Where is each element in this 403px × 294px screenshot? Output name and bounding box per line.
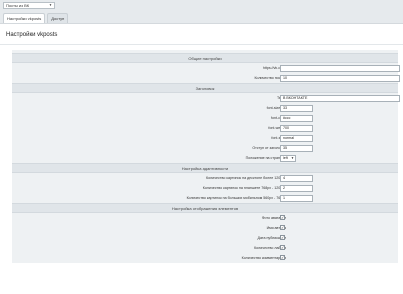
display-item-row: Количество лайков ✓ bbox=[12, 243, 398, 253]
heading-text-row: Текст В ВКОНТАКТЕ bbox=[12, 93, 400, 103]
position-row: Положение на странице left ▼ bbox=[12, 153, 398, 163]
site-select[interactable]: Посты из ВК ▼ bbox=[3, 2, 55, 9]
font-weight-input[interactable]: 700 bbox=[280, 125, 313, 132]
display-item-row: Дата публикации ✓ bbox=[12, 233, 398, 243]
posts-count-input[interactable]: 10 bbox=[280, 75, 400, 82]
tab-access[interactable]: Доступ bbox=[47, 13, 69, 23]
section-adaptive-header: Настройка адаптивности bbox=[12, 163, 398, 173]
display-item-row: Имя автора ✓ bbox=[12, 223, 398, 233]
desktop-count-input[interactable]: 4 bbox=[280, 175, 313, 182]
mobile-count-input[interactable]: 1 bbox=[280, 195, 313, 202]
likes-count-checkbox[interactable]: ✓ bbox=[280, 245, 285, 250]
font-color-row: font-color #ccc bbox=[12, 113, 398, 123]
heading-offset-input[interactable]: 35 bbox=[280, 145, 313, 152]
font-style-row: font-style normal bbox=[12, 133, 398, 143]
tablet-count-label: Количество картинок на планшете 768px - … bbox=[202, 186, 286, 190]
mobile-row: Количество картинок на больших мобильном… bbox=[12, 193, 398, 203]
tab-bar: Настройки vkposts Доступ bbox=[3, 13, 69, 23]
chevron-down-icon: ▼ bbox=[291, 156, 294, 160]
url-input[interactable] bbox=[280, 65, 400, 72]
mobile-count-label: Количество картинок на больших мобильном… bbox=[186, 196, 286, 200]
heading-offset-row: Отступ от заголовка 35 bbox=[12, 143, 398, 153]
section-heading-header: Заголовок bbox=[12, 83, 398, 93]
posts-count-row: Количество постов 10 bbox=[12, 73, 400, 83]
section-display-header: Настройка отображения элементов bbox=[12, 203, 398, 213]
site-select-value: Посты из ВК bbox=[6, 3, 30, 8]
tab-settings[interactable]: Настройки vkposts bbox=[3, 13, 46, 23]
settings-form: Общие настройки https://vk.com/ Количест… bbox=[12, 50, 400, 263]
desktop-row: Количество картинок на десктопе более 12… bbox=[12, 173, 398, 183]
section-general-header: Общие настройки bbox=[12, 53, 398, 63]
font-color-input[interactable]: #ccc bbox=[280, 115, 313, 122]
settings-panel: Настройки vkposts Общие настройки https:… bbox=[0, 23, 403, 294]
desktop-count-label: Количество картинок на десктопе более 12… bbox=[206, 176, 286, 180]
position-select-value: left bbox=[283, 156, 288, 160]
avatar-photo-checkbox[interactable]: ✓ bbox=[280, 215, 285, 220]
font-size-input[interactable]: 33 bbox=[280, 105, 313, 112]
tablet-row: Количество картинок на планшете 768px - … bbox=[12, 183, 398, 193]
comments-count-checkbox[interactable]: ✓ bbox=[280, 255, 285, 260]
position-select[interactable]: left ▼ bbox=[280, 155, 296, 162]
font-size-row: font-size, px 33 bbox=[12, 103, 398, 113]
font-weight-row: font-weight 700 bbox=[12, 123, 398, 133]
tablet-count-input[interactable]: 2 bbox=[280, 185, 313, 192]
display-item-row: Количество комментариев ✓ bbox=[12, 253, 398, 263]
title-divider bbox=[0, 44, 403, 45]
display-item-row: Фото аватарки ✓ bbox=[12, 213, 398, 223]
heading-text-input[interactable]: В ВКОНТАКТЕ bbox=[280, 95, 400, 102]
page-title: Настройки vkposts bbox=[6, 32, 58, 38]
publish-date-checkbox[interactable]: ✓ bbox=[280, 235, 285, 240]
url-row: https://vk.com/ bbox=[12, 63, 400, 73]
author-name-checkbox[interactable]: ✓ bbox=[280, 225, 285, 230]
font-style-input[interactable]: normal bbox=[280, 135, 313, 142]
chevron-down-icon: ▼ bbox=[49, 3, 52, 7]
